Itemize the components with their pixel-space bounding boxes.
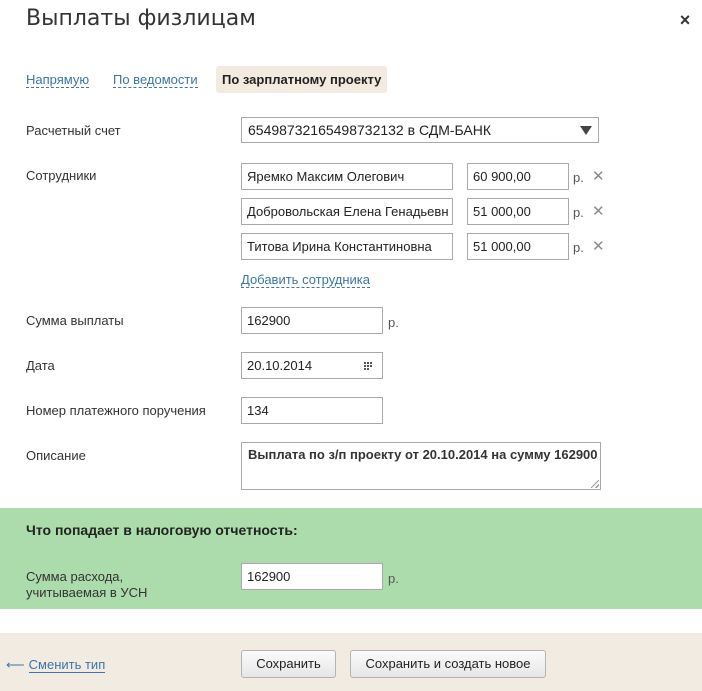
add-employee-link[interactable]: Добавить сотрудника: [241, 272, 370, 288]
description-text: Выплата по з/п проекту от 20.10.2014 на …: [248, 447, 598, 462]
description-label: Описание: [26, 448, 86, 463]
sum-label: Сумма выплаты: [26, 313, 124, 328]
save-and-new-button[interactable]: Сохранить и создать новое: [350, 650, 546, 678]
page-title: Выплаты физлицам: [26, 6, 256, 31]
remove-icon[interactable]: ✕: [592, 239, 605, 254]
tax-expense-label-line1: Сумма расхода,: [26, 569, 124, 584]
date-field[interactable]: 20.10.2014: [241, 352, 383, 379]
change-type-label: Сменить тип: [28, 657, 106, 673]
sum-field[interactable]: 162900: [241, 307, 383, 334]
tax-expense-field[interactable]: 162900: [241, 563, 383, 590]
currency-unit: р.: [573, 170, 584, 185]
employee-amount-field[interactable]: 51 000,00: [467, 198, 569, 225]
currency-unit: р.: [573, 240, 584, 255]
tab-by-statement[interactable]: По ведомости: [113, 72, 198, 88]
arrow-left-icon: ⟵: [6, 657, 25, 672]
remove-icon[interactable]: ✕: [592, 204, 605, 219]
tax-expense-label-line2: учитываемая в УСН: [26, 585, 148, 600]
remove-icon[interactable]: ✕: [592, 169, 605, 184]
account-select-value: 65498732165498732132 в СДМ-БАНК: [248, 122, 492, 138]
account-label: Расчетный счет: [26, 123, 121, 138]
tax-panel-title: Что попадает в налоговую отчетность:: [26, 522, 298, 538]
save-button[interactable]: Сохранить: [241, 650, 336, 678]
calendar-icon[interactable]: [364, 362, 374, 370]
dropdown-arrow-icon[interactable]: [580, 126, 592, 135]
currency-unit: р.: [573, 205, 584, 220]
order-number-label: Номер платежного поручения: [26, 403, 206, 418]
employee-name-field[interactable]: Добровольская Елена Генадьевн: [241, 198, 453, 225]
close-icon[interactable]: ×: [676, 11, 694, 29]
currency-unit: р.: [388, 315, 399, 330]
date-value: 20.10.2014: [247, 358, 313, 373]
change-type-link[interactable]: ⟵ Сменить тип: [6, 657, 106, 673]
currency-unit: р.: [388, 571, 399, 586]
employee-name-field[interactable]: Титова Ирина Константиновна: [241, 233, 453, 260]
tax-expense-label: Сумма расхода, учитываемая в УСН: [26, 569, 226, 601]
tab-salary-project[interactable]: По зарплатному проекту: [216, 66, 388, 93]
employee-amount-field[interactable]: 60 900,00: [467, 163, 569, 190]
date-label: Дата: [26, 358, 55, 373]
employee-name-field[interactable]: Яремко Максим Олегович: [241, 163, 453, 190]
description-textarea[interactable]: Выплата по з/п проекту от 20.10.2014 на …: [241, 442, 601, 490]
employees-label: Сотрудники: [26, 168, 97, 183]
resize-grip-icon[interactable]: [591, 480, 599, 488]
tab-direct[interactable]: Напрямую: [26, 72, 90, 88]
employee-amount-field[interactable]: 51 000,00: [467, 233, 569, 260]
account-select[interactable]: 65498732165498732132 в СДМ-БАНК: [241, 117, 599, 143]
order-number-field[interactable]: 134: [241, 397, 383, 424]
